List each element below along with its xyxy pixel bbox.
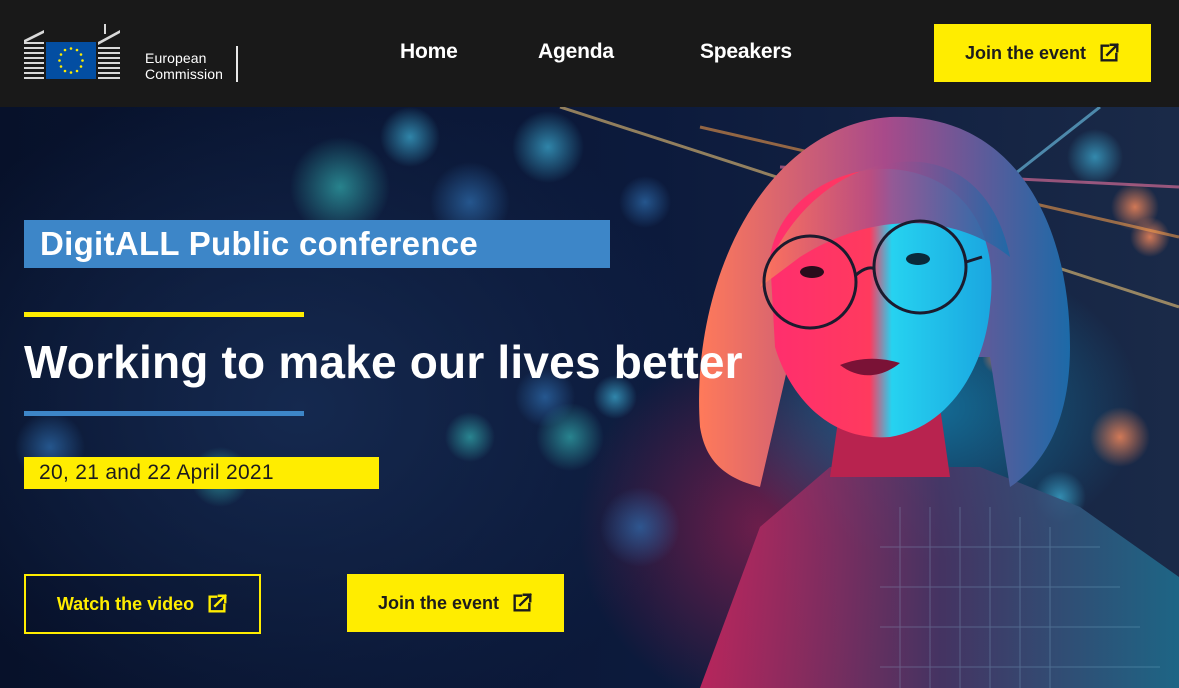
hero-banner: DigitALL Public conference Working to ma… — [0, 107, 1179, 688]
site-header: European Commission Home Agenda Speakers… — [0, 0, 1179, 107]
nav-item-home[interactable]: Home — [400, 40, 458, 64]
external-link-icon — [513, 593, 532, 612]
hero-join-event-button[interactable]: Join the event — [347, 574, 564, 632]
logo-text: European Commission — [145, 50, 223, 82]
nav-item-speakers[interactable]: Speakers — [700, 40, 792, 64]
logo-divider — [236, 46, 238, 82]
logo-line-1: European — [145, 50, 207, 66]
conference-tag: DigitALL Public conference — [24, 220, 610, 268]
eu-flag-building-icon — [24, 24, 120, 79]
watch-video-button[interactable]: Watch the video — [24, 574, 261, 634]
blue-divider — [24, 411, 304, 416]
watch-video-label: Watch the video — [56, 593, 195, 614]
hero-join-event-label: Join the event — [377, 592, 500, 613]
header-join-event-button[interactable]: Join the event — [934, 24, 1151, 82]
hero-headline: Working to make our lives better — [24, 336, 743, 388]
external-link-icon — [208, 594, 228, 613]
nav-item-agenda[interactable]: Agenda — [538, 40, 614, 64]
yellow-divider — [24, 312, 304, 317]
event-date: 20, 21 and 22 April 2021 — [24, 457, 379, 489]
header-join-event-label: Join the event — [964, 42, 1087, 63]
external-link-icon — [1100, 43, 1119, 62]
logo-line-2: Commission — [145, 66, 224, 82]
european-commission-logo[interactable]: European Commission — [24, 24, 244, 82]
